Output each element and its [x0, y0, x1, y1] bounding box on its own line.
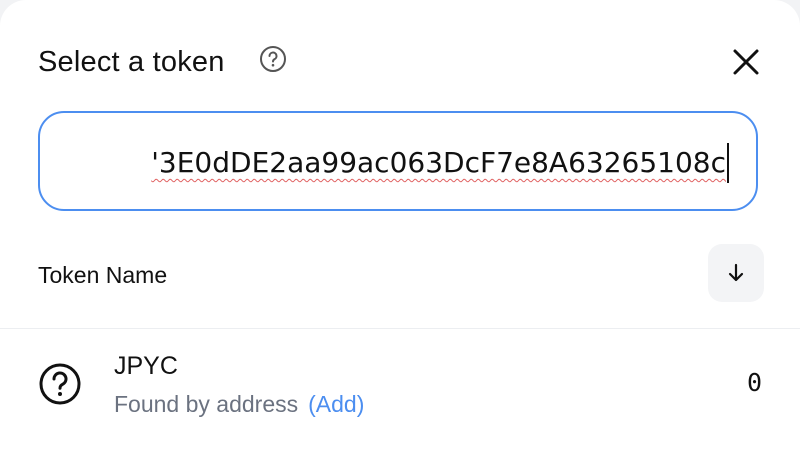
token-symbol: JPYC: [114, 352, 178, 380]
token-select-modal: Select a token '3E0dDE2aa99ac063DcF7e8A6…: [0, 0, 800, 449]
close-button[interactable]: [726, 42, 766, 82]
search-input[interactable]: '3E0dDE2aa99ac063DcF7e8A63265108c: [151, 146, 726, 179]
sort-button[interactable]: [708, 244, 764, 302]
token-balance: 0: [746, 368, 762, 397]
arrow-down-icon: [728, 263, 744, 282]
unknown-token-icon: [38, 362, 82, 406]
modal-title: Select a token: [38, 46, 225, 78]
token-list-header: Token Name: [38, 244, 764, 304]
divider: [0, 328, 800, 329]
modal-header: Select a token: [38, 40, 760, 88]
token-search-field[interactable]: '3E0dDE2aa99ac063DcF7e8A63265108c: [38, 111, 758, 211]
found-by-address-text: Found by address: [114, 391, 299, 417]
token-list-item[interactable]: JPYC Found by address (Add) 0: [0, 330, 800, 440]
close-icon: [733, 49, 759, 75]
help-icon[interactable]: [259, 45, 287, 73]
add-token-link[interactable]: (Add): [308, 391, 364, 417]
token-name-column-label: Token Name: [38, 262, 168, 288]
text-caret: [727, 143, 729, 183]
token-subtitle: Found by address (Add): [114, 391, 364, 418]
